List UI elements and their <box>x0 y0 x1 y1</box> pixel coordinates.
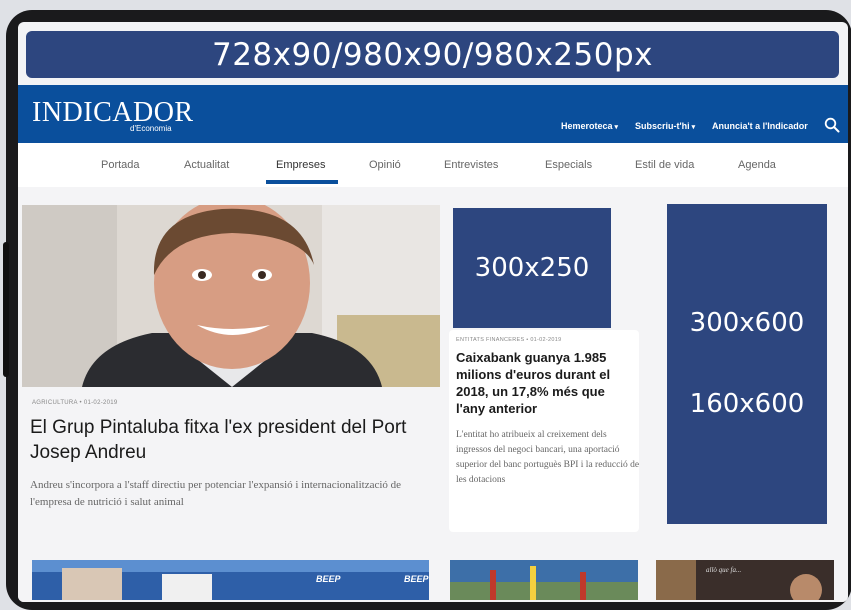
main-article-meta: AGRICULTURA • 01-02-2019 <box>32 400 118 406</box>
header-link-label: Hemeroteca <box>561 121 613 131</box>
thumb-quote-text: allò que fa... <box>706 566 741 574</box>
chevron-down-icon: ▾ <box>614 124 619 131</box>
nav-item-especials[interactable]: Especials <box>545 159 592 171</box>
tablet-side-button <box>3 242 9 377</box>
header-link-subscriu[interactable]: Subscriu-t'hi ▾ <box>635 121 695 131</box>
article-thumbnail-beep[interactable]: BEEP BEEP <box>32 560 429 600</box>
header-link-label: Anuncia't a l'Indicador <box>712 121 808 131</box>
tablet-screen: 728x90/980x90/980x250px INDICADOR d'Econ… <box>18 22 848 602</box>
nav-active-indicator <box>266 180 338 184</box>
nav-item-actualitat[interactable]: Actualitat <box>184 159 229 171</box>
secondary-article-description: L'entitat ho atribueix al creixement del… <box>456 430 640 485</box>
thumb-beep-text-1: BEEP <box>316 574 342 584</box>
nav-item-empreses[interactable]: Empreses <box>276 159 326 171</box>
article-thumbnail-flags[interactable] <box>450 560 638 600</box>
main-nav: Portada Actualitat Empreses Opinió Entre… <box>18 143 848 187</box>
main-article-photo[interactable] <box>22 205 440 387</box>
ad-side-skyscraper[interactable]: 300x600 160x600 <box>667 204 827 524</box>
site-header: INDICADOR d'Economia Hemeroteca ▾ Subscri… <box>18 85 848 143</box>
nav-item-opinio[interactable]: Opinió <box>369 159 401 171</box>
main-article-title[interactable]: El Grup Pintaluba fitxa l'ex president d… <box>30 415 430 465</box>
article-thumbnail-quote[interactable]: allò que fa... <box>656 560 834 600</box>
ad-side-label-160x600: 160x600 <box>689 389 805 419</box>
ad-side-label-300x600: 300x600 <box>689 308 805 338</box>
nav-item-agenda[interactable]: Agenda <box>738 159 776 171</box>
ad-banner-top[interactable]: 728x90/980x90/980x250px <box>26 31 839 78</box>
content-area: AGRICULTURA • 01-02-2019 El Grup Pintalu… <box>18 187 848 602</box>
ad-box-300x250[interactable]: 300x250 <box>453 208 611 328</box>
header-link-anuncia[interactable]: Anuncia't a l'Indicador <box>712 121 808 131</box>
nav-item-portada[interactable]: Portada <box>101 159 140 171</box>
header-link-label: Subscriu-t'hi <box>635 121 690 131</box>
secondary-article-card[interactable]: ENTITATS FINANCERES • 01-02-2019 Caixaba… <box>449 330 639 532</box>
main-article-description: Andreu s'incorpora a l'staff directiu pe… <box>30 479 402 508</box>
header-link-hemeroteca[interactable]: Hemeroteca ▾ <box>561 121 618 131</box>
search-icon[interactable] <box>824 117 840 133</box>
thumb-beep-text-2: BEEP <box>404 574 429 584</box>
chevron-down-icon: ▾ <box>691 124 696 131</box>
nav-item-estil-de-vida[interactable]: Estil de vida <box>635 159 694 171</box>
site-logo-subtitle: d'Economia <box>130 124 172 133</box>
nav-item-entrevistes[interactable]: Entrevistes <box>444 159 498 171</box>
secondary-article-title[interactable]: Caixabank guanya 1.985 milions d'euros d… <box>456 349 636 417</box>
secondary-article-meta: ENTITATS FINANCERES • 01-02-2019 <box>456 337 562 343</box>
